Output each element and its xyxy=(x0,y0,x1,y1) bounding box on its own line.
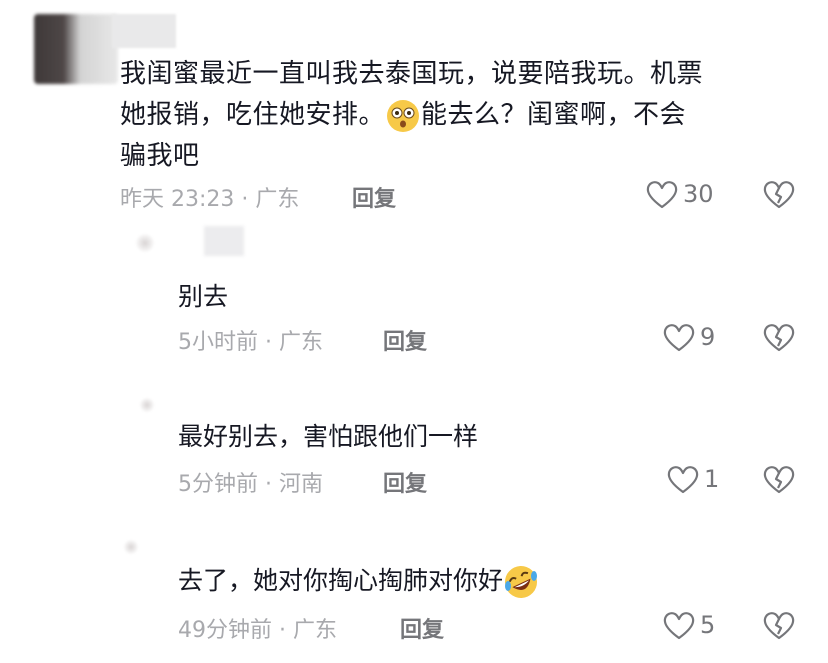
rofl-emoji xyxy=(505,566,538,598)
reply-button[interactable]: 回复 xyxy=(383,324,427,356)
like-button[interactable]: 9 xyxy=(662,321,715,353)
dislike-button[interactable] xyxy=(762,178,796,214)
like-button[interactable]: 1 xyxy=(666,463,719,495)
comment-meta: 昨天 23:23 · 广东 xyxy=(120,187,300,212)
reply-button[interactable]: 回复 xyxy=(400,612,444,644)
reply-meta: 5小时前 · 广东 xyxy=(178,330,323,355)
dislike-button[interactable] xyxy=(762,609,796,645)
reply-text: 最好别去，害怕跟他们一样 xyxy=(178,422,479,451)
broken-heart-icon xyxy=(763,612,795,640)
broken-heart-icon xyxy=(763,324,795,352)
like-count: 1 xyxy=(704,465,720,493)
reply-text: 去了，她对你掏心掏肺对你好 xyxy=(178,564,539,600)
avatar[interactable] xyxy=(140,398,154,412)
reply-meta: 49分钟前 · 广东 xyxy=(178,618,337,643)
heart-outline-icon xyxy=(646,181,678,209)
flushed-face-emoji xyxy=(387,99,420,132)
username-blurred[interactable] xyxy=(112,14,176,48)
avatar[interactable] xyxy=(34,14,118,84)
broken-heart-icon xyxy=(763,466,795,494)
like-button[interactable]: 5 xyxy=(662,609,715,641)
like-count: 9 xyxy=(700,323,716,351)
avatar[interactable] xyxy=(124,540,138,554)
reply-button[interactable]: 回复 xyxy=(352,181,396,213)
broken-heart-icon xyxy=(763,181,795,209)
avatar[interactable] xyxy=(136,234,154,252)
comment-text: 我闺蜜最近一直叫我去泰国玩，说要陪我玩。机票 她报销，吃住她安排。 能去么？闺蜜… xyxy=(120,59,704,171)
like-count: 30 xyxy=(683,180,714,208)
heart-outline-icon xyxy=(663,324,695,352)
reply-meta: 5分钟前 · 河南 xyxy=(178,472,323,497)
dislike-button[interactable] xyxy=(762,321,796,357)
reply-text: 别去 xyxy=(178,282,229,311)
reply-button[interactable]: 回复 xyxy=(383,466,427,498)
like-count: 5 xyxy=(700,611,716,639)
heart-outline-icon xyxy=(667,466,699,494)
dislike-button[interactable] xyxy=(762,463,796,499)
heart-outline-icon xyxy=(663,612,695,640)
like-button[interactable]: 30 xyxy=(645,178,714,210)
username-blurred[interactable] xyxy=(204,226,244,256)
